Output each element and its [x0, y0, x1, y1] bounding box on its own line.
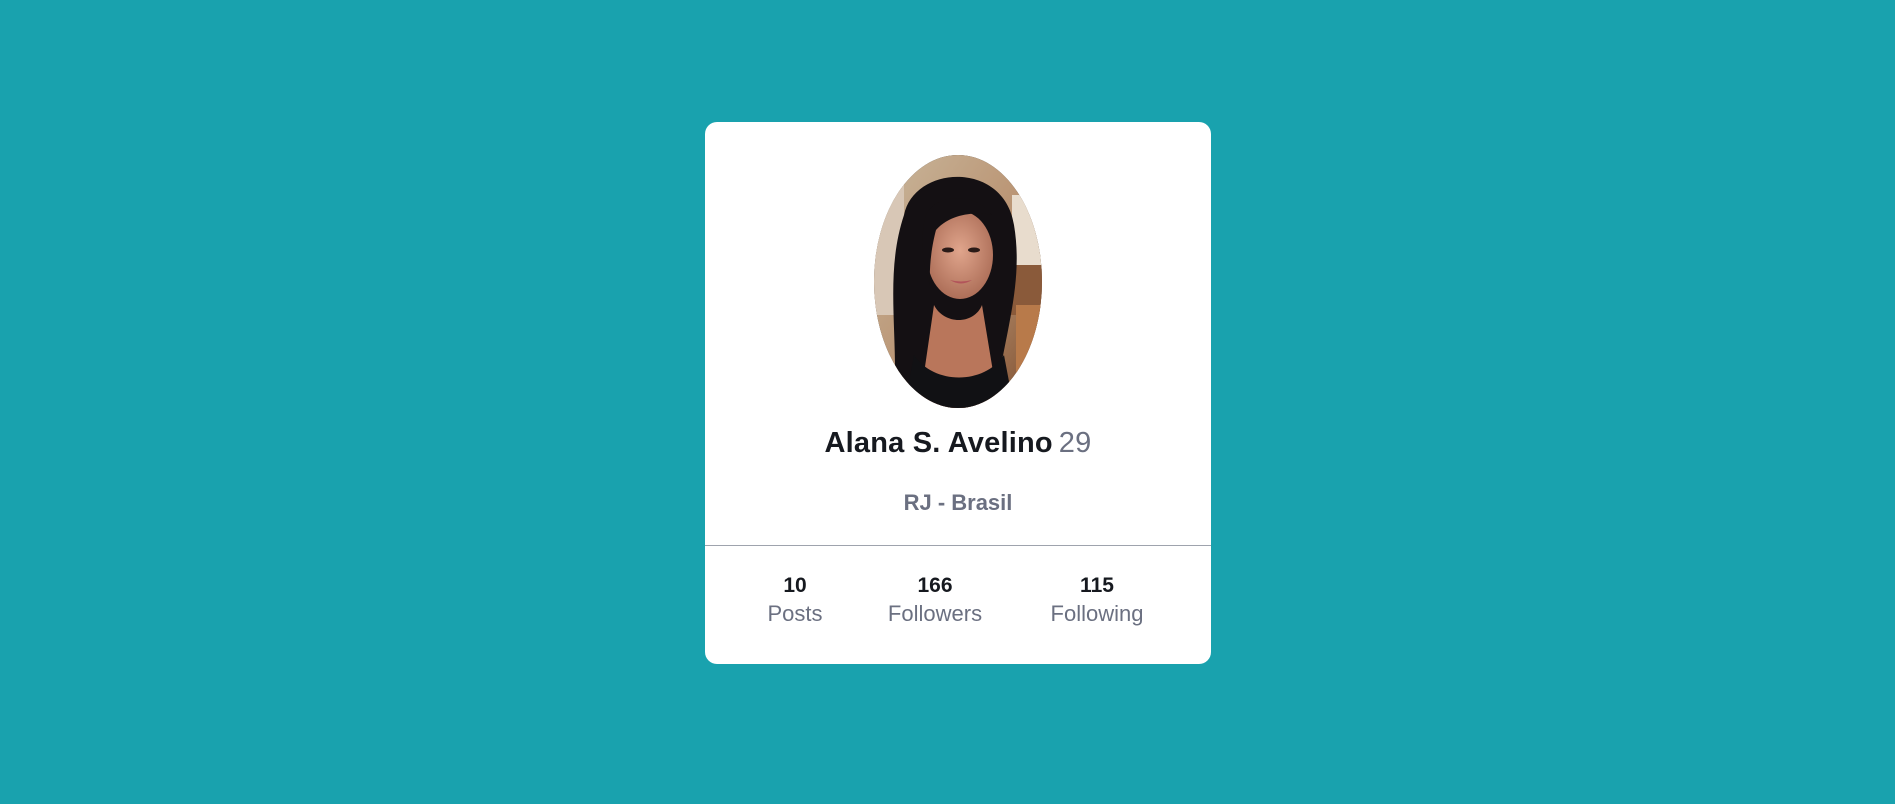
stat-posts[interactable]: 10 Posts: [767, 572, 822, 628]
profile-card: Alana S. Avelino 29 RJ - Brasil 10 Posts …: [705, 122, 1211, 664]
stat-posts-label: Posts: [767, 601, 823, 626]
divider: [705, 545, 1211, 546]
avatar[interactable]: [874, 155, 1042, 408]
stat-followers[interactable]: 166 Followers: [888, 572, 982, 628]
stat-following[interactable]: 115 Following: [1051, 572, 1144, 628]
stat-followers-label: Followers: [887, 601, 983, 626]
profile-stats: 10 Posts 166 Followers 115 Following: [705, 572, 1211, 642]
stat-followers-value: 166: [917, 574, 953, 597]
profile-location: RJ - Brasil: [903, 490, 1013, 515]
profile-age: 29: [1058, 427, 1092, 459]
profile-name: Alana S. Avelino: [824, 427, 1053, 459]
stat-following-label: Following: [1050, 601, 1144, 626]
stat-following-value: 115: [1080, 574, 1114, 597]
stat-posts-value: 10: [783, 574, 807, 597]
avatar-photo: [874, 155, 1042, 408]
profile-name-line: Alana S. Avelino 29: [705, 426, 1211, 461]
